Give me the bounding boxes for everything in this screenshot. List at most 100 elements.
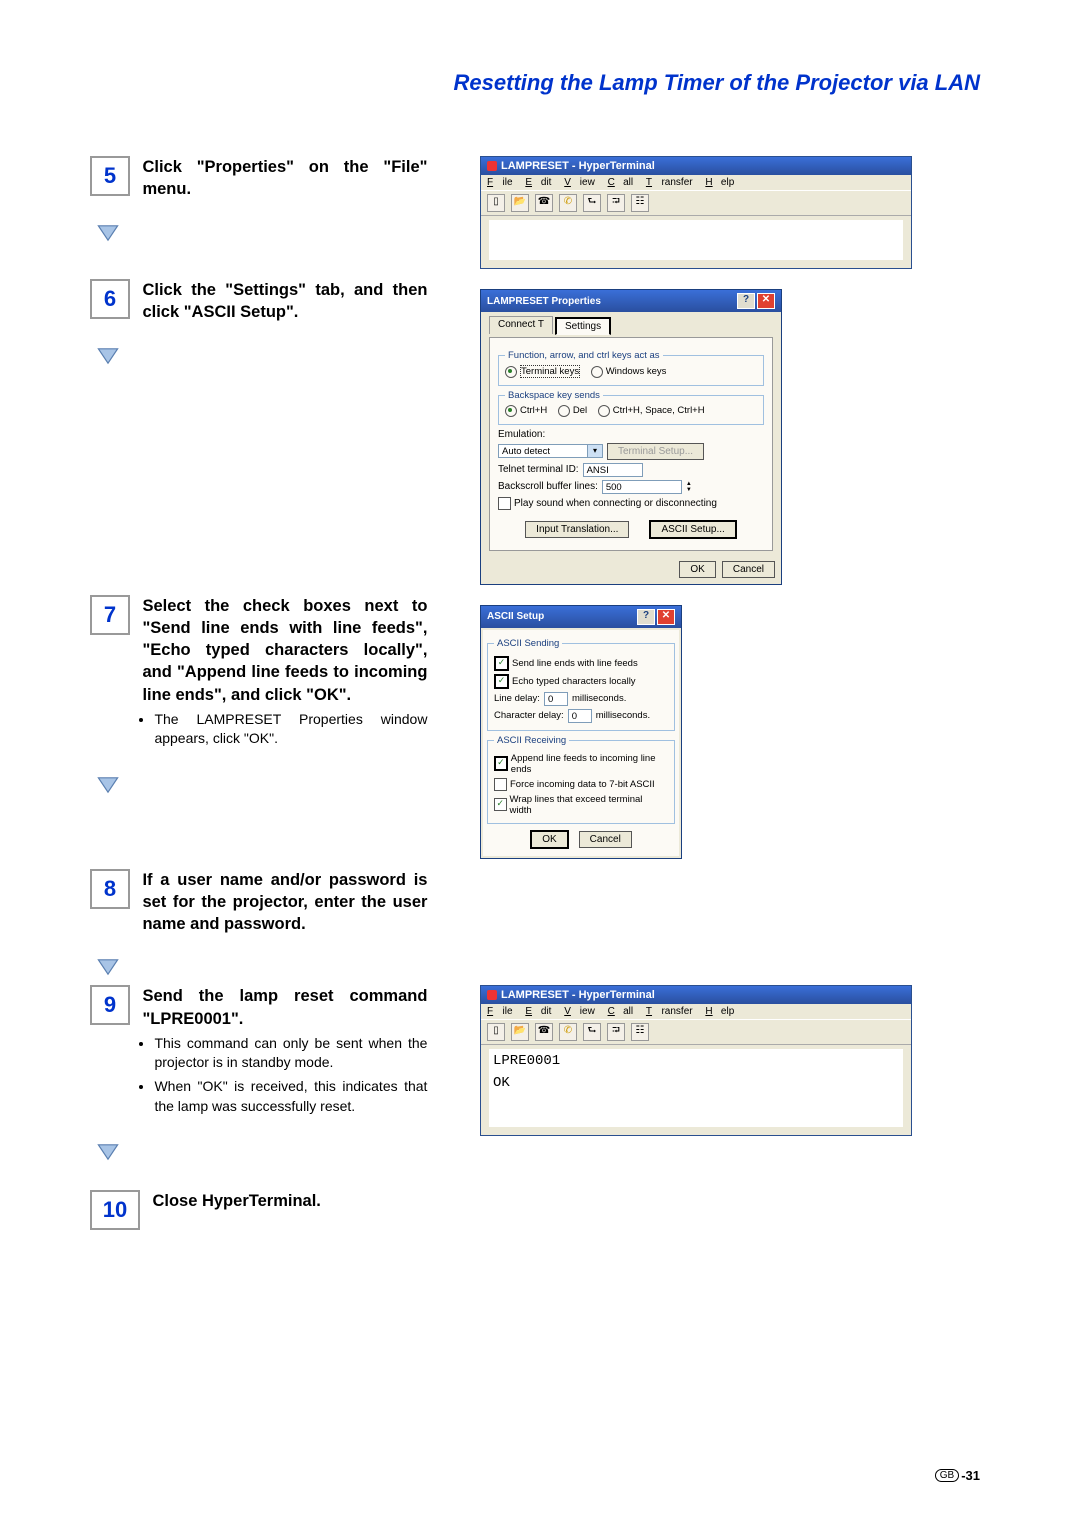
cancel-button[interactable]: Cancel: [579, 831, 632, 848]
wrap-lines-checkbox[interactable]: ✓Wrap lines that exceed terminal width: [494, 794, 660, 816]
app-icon: [487, 161, 497, 171]
step-note: When "OK" is received, this indicates th…: [154, 1077, 427, 1116]
telnet-id-input[interactable]: ANSI: [583, 463, 643, 477]
open-icon[interactable]: 📂: [511, 1023, 529, 1041]
page-title: Resetting the Lamp Timer of the Projecto…: [0, 0, 1080, 96]
radio-ctrlh-space[interactable]: Ctrl+H, Space, Ctrl+H: [598, 405, 705, 417]
receive-icon[interactable]: ⮒: [607, 1023, 625, 1041]
step-text: Click the "Settings" tab, and then click…: [142, 281, 427, 321]
down-arrow-icon: [96, 221, 120, 245]
step-number: 7: [90, 595, 130, 635]
append-line-feeds-checkbox[interactable]: ✓Append line feeds to incoming line ends: [494, 753, 660, 775]
help-icon[interactable]: ?: [637, 609, 655, 625]
ascii-sending-group: ASCII Sending ✓Send line ends with line …: [487, 638, 675, 731]
force-7bit-checkbox[interactable]: Force incoming data to 7-bit ASCII: [494, 778, 655, 791]
send-icon[interactable]: ⮑: [583, 194, 601, 212]
properties-icon[interactable]: ☷: [631, 194, 649, 212]
menu-call[interactable]: Call: [608, 177, 634, 188]
terminal-response: OK: [493, 1075, 899, 1091]
step-6: 6 Click the "Settings" tab, and then cli…: [90, 279, 440, 324]
open-icon[interactable]: 📂: [511, 194, 529, 212]
ok-button[interactable]: OK: [530, 830, 568, 849]
spinner-down-icon[interactable]: ▼: [686, 487, 692, 493]
step-number: 10: [90, 1190, 140, 1230]
chevron-down-icon[interactable]: ▾: [588, 444, 603, 458]
ascii-setup-button[interactable]: ASCII Setup...: [649, 520, 736, 539]
step-5: 5 Click "Properties" on the "File" menu.: [90, 156, 440, 201]
ascii-setup-dialog: ASCII Setup ? ✕ ASCII Sending ✓Send line…: [480, 605, 682, 859]
step-note: This command can only be sent when the p…: [154, 1034, 427, 1073]
step-10: 10 Close HyperTerminal.: [90, 1190, 440, 1230]
tab-settings[interactable]: Settings: [555, 317, 611, 335]
menu-help[interactable]: Help: [705, 177, 734, 188]
toolbar: ▯ 📂 ☎ ✆ ⮑ ⮒ ☷: [481, 190, 911, 216]
step-text: Select the check boxes next to "Send lin…: [142, 597, 427, 704]
radio-terminal-keys[interactable]: Terminal keys: [505, 365, 580, 378]
step-8: 8 If a user name and/or password is set …: [90, 869, 440, 936]
menu-file[interactable]: File: [487, 1006, 513, 1017]
disconnect-icon[interactable]: ✆: [559, 1023, 577, 1041]
new-icon[interactable]: ▯: [487, 194, 505, 212]
receive-icon[interactable]: ⮒: [607, 194, 625, 212]
menu-view[interactable]: View: [564, 177, 595, 188]
close-icon[interactable]: ✕: [657, 609, 675, 625]
disconnect-icon[interactable]: ✆: [559, 194, 577, 212]
connect-icon[interactable]: ☎: [535, 1023, 553, 1041]
dialog-titlebar: ASCII Setup ? ✕: [481, 606, 681, 628]
menu-transfer[interactable]: Transfer: [646, 177, 693, 188]
step-9: 9 Send the lamp reset command "LPRE0001"…: [90, 985, 440, 1120]
function-keys-group: Function, arrow, and ctrl keys act as Te…: [498, 350, 764, 386]
lampreset-properties-dialog: LAMPRESET Properties ? ✕ Connect T Setti…: [480, 289, 782, 585]
radio-ctrlh[interactable]: Ctrl+H: [505, 405, 547, 417]
hyperterminal-window: LAMPRESET - HyperTerminal File Edit View…: [480, 156, 912, 269]
step-text: Close HyperTerminal.: [152, 1192, 320, 1210]
step-number: 5: [90, 156, 130, 196]
terminal-setup-button: Terminal Setup...: [607, 443, 704, 460]
connect-icon[interactable]: ☎: [535, 194, 553, 212]
line-delay-input[interactable]: 0: [544, 692, 568, 706]
menubar[interactable]: File Edit View Call Transfer Help: [481, 175, 911, 190]
step-7: 7 Select the check boxes next to "Send l…: [90, 595, 440, 754]
close-icon[interactable]: ✕: [757, 293, 775, 309]
char-delay-label: Character delay:: [494, 710, 564, 721]
terminal-command: LPRE0001: [493, 1053, 899, 1069]
ascii-receiving-group: ASCII Receiving ✓Append line feeds to in…: [487, 735, 675, 824]
backspace-group: Backspace key sends Ctrl+H Del Ctrl+H, S…: [498, 390, 764, 425]
echo-locally-checkbox[interactable]: ✓Echo typed characters locally: [494, 674, 636, 689]
input-translation-button[interactable]: Input Translation...: [525, 521, 629, 538]
send-line-ends-checkbox[interactable]: ✓Send line ends with line feeds: [494, 656, 638, 671]
char-delay-input[interactable]: 0: [568, 709, 592, 723]
dialog-titlebar: LAMPRESET Properties ? ✕: [481, 290, 781, 312]
new-icon[interactable]: ▯: [487, 1023, 505, 1041]
cancel-button[interactable]: Cancel: [722, 561, 775, 578]
menu-file[interactable]: File: [487, 177, 513, 188]
send-icon[interactable]: ⮑: [583, 1023, 601, 1041]
properties-icon[interactable]: ☷: [631, 1023, 649, 1041]
backscroll-input[interactable]: 500: [602, 480, 682, 494]
help-icon[interactable]: ?: [737, 293, 755, 309]
menu-edit[interactable]: Edit: [525, 177, 551, 188]
down-arrow-icon: [96, 1140, 120, 1164]
ok-button[interactable]: OK: [679, 561, 715, 578]
emulation-combo[interactable]: Auto detect▾: [498, 444, 603, 458]
down-arrow-icon: [96, 955, 120, 979]
menu-help[interactable]: Help: [705, 1006, 734, 1017]
radio-del[interactable]: Del: [558, 405, 587, 417]
menu-view[interactable]: View: [564, 1006, 595, 1017]
telnet-id-label: Telnet terminal ID:: [498, 464, 579, 475]
menu-transfer[interactable]: Transfer: [646, 1006, 693, 1017]
step-number: 6: [90, 279, 130, 319]
dialog-title: ASCII Setup: [487, 611, 544, 622]
step-number: 8: [90, 869, 130, 909]
menu-call[interactable]: Call: [608, 1006, 634, 1017]
menubar[interactable]: File Edit View Call Transfer Help: [481, 1004, 911, 1019]
toolbar: ▯ 📂 ☎ ✆ ⮑ ⮒ ☷: [481, 1019, 911, 1045]
radio-windows-keys[interactable]: Windows keys: [591, 366, 667, 378]
step-note: The LAMPRESET Properties window appears,…: [154, 710, 427, 749]
window-titlebar: LAMPRESET - HyperTerminal: [481, 986, 911, 1004]
menu-edit[interactable]: Edit: [525, 1006, 551, 1017]
backscroll-label: Backscroll buffer lines:: [498, 481, 598, 492]
play-sound-checkbox[interactable]: Play sound when connecting or disconnect…: [498, 497, 717, 510]
unit-label: milliseconds.: [572, 693, 626, 704]
tab-connect-to[interactable]: Connect T: [489, 316, 553, 334]
